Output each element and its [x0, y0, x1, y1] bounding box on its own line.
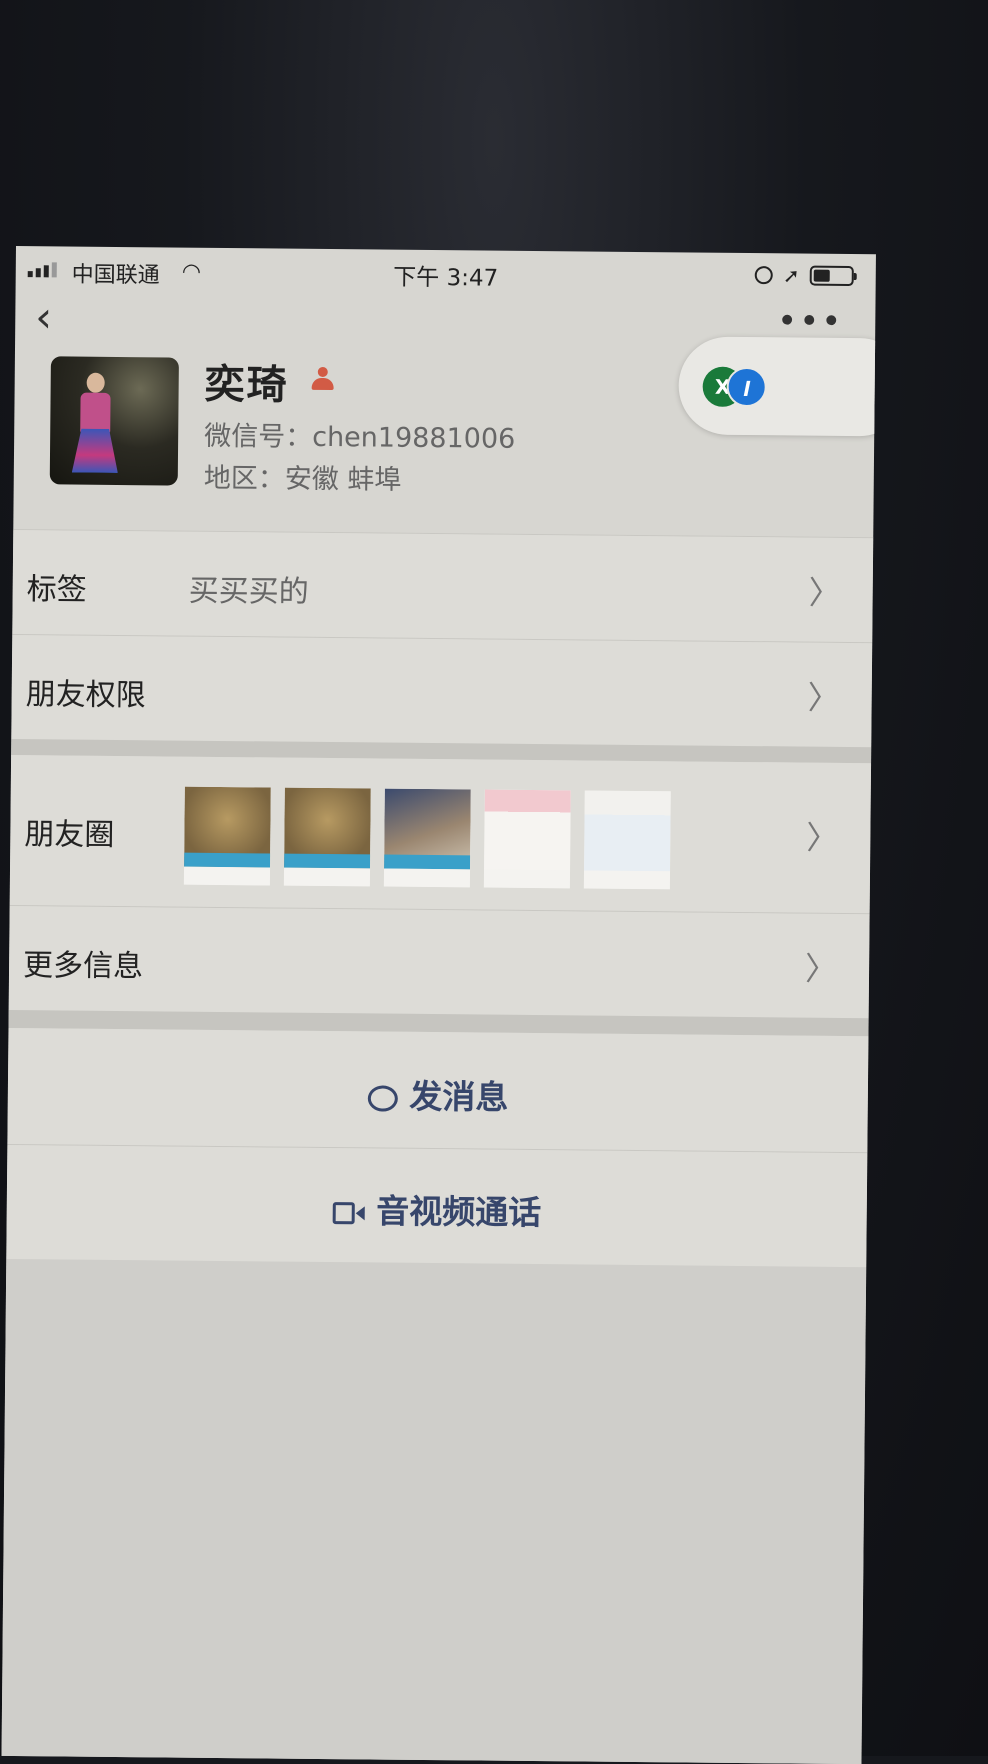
region: 地区：安徽 蚌埠 — [203, 462, 402, 496]
wechat-id: 微信号：chen19881006 — [204, 420, 516, 455]
moments-thumbnail — [483, 789, 571, 889]
more-options-button[interactable]: ••• — [777, 301, 844, 342]
battery-icon — [809, 265, 854, 287]
video-call-button[interactable]: 音视频通话 — [7, 1181, 867, 1237]
person-icon — [311, 366, 335, 391]
video-call-row[interactable]: 音视频通话 — [6, 1144, 868, 1268]
chevron-right-icon: 〉 — [804, 949, 838, 988]
moments-row[interactable]: 朋友圈 〉 — [9, 754, 872, 914]
chevron-right-icon: 〉 — [806, 818, 839, 857]
friend-permissions-row[interactable]: 朋友权限 〉 — [11, 634, 873, 748]
avatar[interactable] — [49, 356, 179, 486]
moments-thumbnail — [183, 786, 271, 886]
moments-label: 朋友圈 — [24, 817, 115, 853]
location-icon: ➚ — [782, 263, 800, 288]
status-right-icons: ➚ — [754, 263, 854, 288]
empty-background — [1, 1258, 867, 1764]
permissions-label: 朋友权限 — [25, 677, 146, 714]
more-info-row[interactable]: 更多信息 〉 — [8, 905, 870, 1019]
status-time: 下午 3:47 — [393, 264, 499, 292]
chat-bubble-icon — [367, 1084, 398, 1112]
floating-window-panel[interactable]: X l — [678, 336, 876, 437]
video-camera-icon — [332, 1201, 365, 1224]
moments-thumbnails — [183, 786, 671, 890]
more-info-label: 更多信息 — [22, 948, 144, 985]
tags-row[interactable]: 标签 买买买的 〉 — [12, 529, 874, 643]
contact-name: 奕琦 — [204, 361, 289, 409]
moments-thumbnail — [583, 790, 671, 890]
blue-app-icon[interactable]: l — [726, 366, 767, 408]
moments-thumbnail — [383, 788, 471, 888]
phone-screen: 中国联通 ◠ 下午 3:47 ➚ ‹ ••• 奕琦 微信号：chen198810… — [1, 246, 876, 1764]
chevron-right-icon: 〉 — [807, 678, 840, 717]
chevron-right-icon: 〉 — [808, 573, 841, 612]
send-message-button[interactable]: 发消息 — [8, 1066, 868, 1122]
moments-thumbnail — [283, 787, 371, 887]
tags-label: 标签 — [26, 572, 87, 608]
video-call-label: 音视频通话 — [376, 1191, 542, 1233]
send-message-row[interactable]: 发消息 — [7, 1027, 869, 1153]
orientation-lock-icon — [754, 266, 774, 285]
send-message-label: 发消息 — [409, 1076, 509, 1117]
status-bar: 中国联通 ◠ 下午 3:47 ➚ — [16, 246, 876, 300]
tags-value: 买买买的 — [188, 573, 309, 610]
back-button[interactable]: ‹ — [35, 292, 52, 341]
